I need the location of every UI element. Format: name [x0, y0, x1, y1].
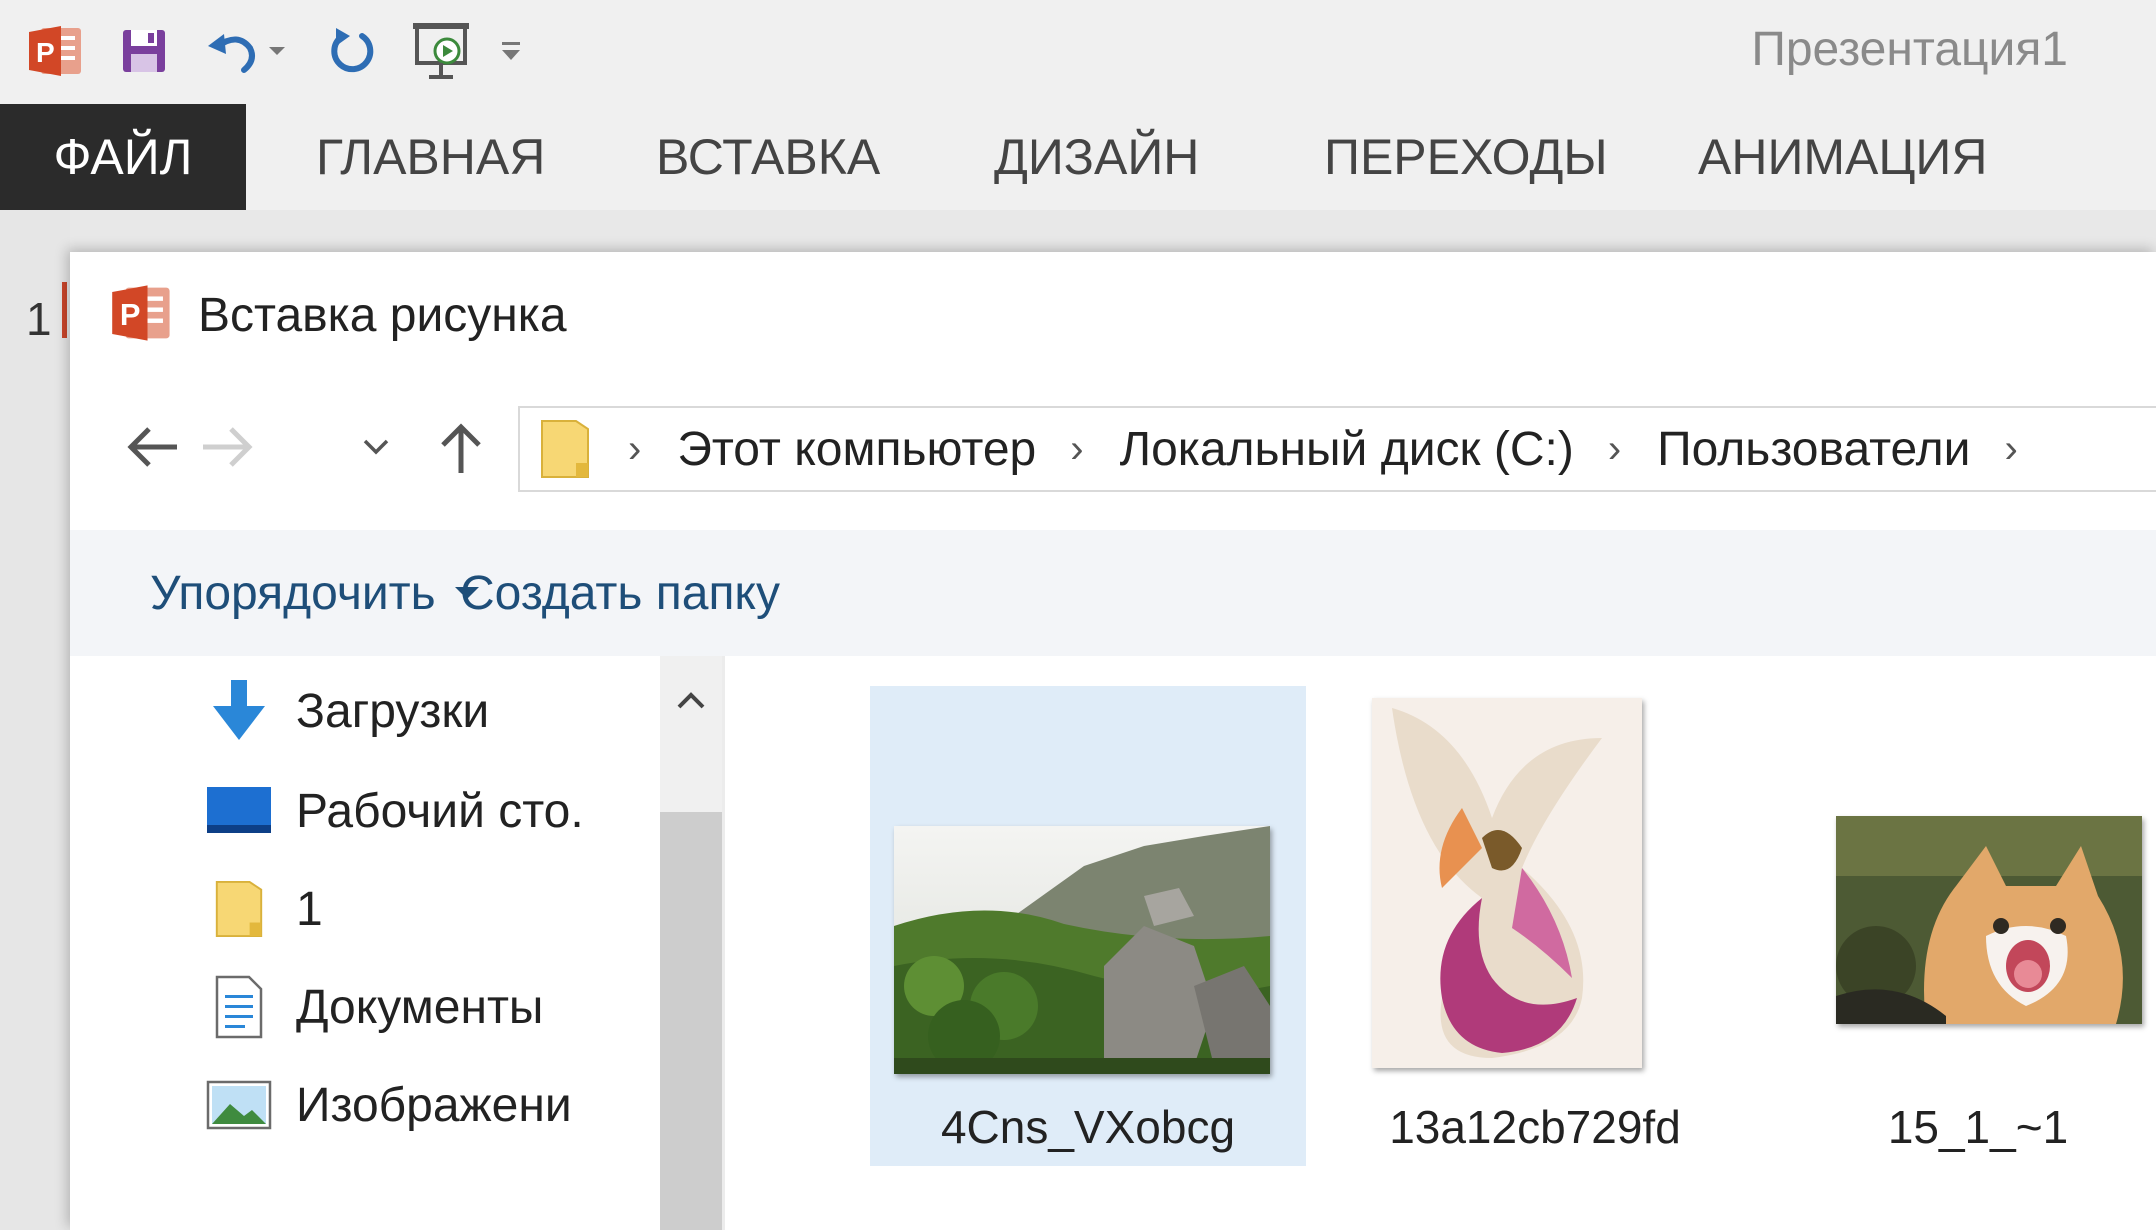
tab-insert[interactable]: ВСТАВКА — [656, 104, 880, 210]
dialog-title: Вставка рисунка — [198, 288, 567, 342]
dialog-titlebar: P Вставка рисунка — [110, 282, 567, 348]
breadcrumb-separator-icon[interactable]: › — [2004, 427, 2017, 472]
slide-number: 1 — [26, 293, 52, 345]
powerpoint-logo-icon: P — [26, 18, 86, 84]
organize-button[interactable]: Упорядочить — [150, 530, 480, 656]
forward-arrow-icon[interactable] — [192, 412, 262, 482]
file-name: 13a12cb729fd — [1389, 1101, 1681, 1153]
tab-home[interactable]: ГЛАВНАЯ — [316, 104, 545, 210]
file-list: 4Cns_VXobcg 13a12cb729fd 15_1_~1 — [725, 656, 2156, 1230]
breadcrumb-this-pc[interactable]: Этот компьютер — [677, 422, 1036, 477]
nav-item-folder-1[interactable]: 1 — [204, 864, 706, 954]
file-thumbnail-cat — [1836, 816, 2142, 1024]
recent-locations-chevron-icon[interactable] — [356, 412, 396, 482]
desktop-icon — [204, 776, 274, 846]
folder-icon — [204, 874, 274, 944]
ribbon-tabs: ФАЙЛ ГЛАВНАЯ ВСТАВКА ДИЗАЙН ПЕРЕХОДЫ АНИ… — [0, 104, 2156, 210]
powerpoint-logo-icon: P — [110, 281, 174, 350]
slide-thumbnail-edge[interactable] — [62, 282, 67, 338]
breadcrumb-separator-icon[interactable]: › — [1070, 427, 1083, 472]
breadcrumb-separator-icon[interactable]: › — [1608, 427, 1621, 472]
file-name: 4Cns_VXobcg — [940, 1101, 1236, 1153]
nav-item-label: Изображени — [296, 1078, 572, 1132]
redo-icon[interactable] — [322, 18, 380, 84]
document-icon — [204, 972, 274, 1042]
quick-access-toolbar: P Презентация1 — [0, 0, 2156, 104]
address-bar[interactable]: › Этот компьютер › Локальный диск (C:) ›… — [518, 406, 2156, 492]
nav-item-pictures[interactable]: Изображени — [204, 1060, 706, 1150]
svg-text:P: P — [36, 37, 55, 68]
breadcrumb-local-disk[interactable]: Локальный диск (C:) — [1120, 422, 1574, 477]
nav-pane-scrollbar[interactable] — [660, 656, 722, 1230]
scroll-thumb[interactable] — [660, 812, 722, 1230]
nav-item-documents[interactable]: Документы — [204, 962, 706, 1052]
organize-label: Упорядочить — [150, 566, 436, 620]
customize-toolbar-icon[interactable] — [496, 18, 526, 84]
up-arrow-icon[interactable] — [426, 412, 496, 482]
tab-file[interactable]: ФАЙЛ — [0, 104, 246, 210]
nav-item-label: Рабочий сто. — [296, 784, 584, 838]
scroll-up-arrow-icon[interactable] — [660, 656, 722, 746]
undo-dropdown-icon[interactable] — [264, 18, 290, 84]
file-name: 15_1_~1 — [1887, 1101, 2069, 1153]
new-folder-button[interactable]: Создать папку — [460, 530, 780, 656]
nav-item-label: Документы — [296, 980, 544, 1034]
insert-picture-dialog: P Вставка рисунка › Этот компьютер › Лок… — [70, 252, 2156, 1230]
file-thumbnail-flower — [1372, 698, 1642, 1068]
back-arrow-icon[interactable] — [118, 412, 188, 482]
nav-item-label: Загрузки — [296, 684, 490, 738]
save-icon[interactable] — [118, 18, 170, 84]
folder-icon — [536, 417, 594, 481]
tab-design[interactable]: ДИЗАЙН — [994, 104, 1199, 210]
slide-thumbnail-pane — [0, 210, 70, 1230]
tab-transitions[interactable]: ПЕРЕХОДЫ — [1324, 104, 1608, 210]
window-title: Презентация1 — [1751, 23, 2068, 76]
svg-text:P: P — [120, 297, 141, 332]
file-item-15-1-1[interactable]: 15_1_~1 — [1800, 686, 2156, 1166]
file-item-4cns-vxobcg[interactable]: 4Cns_VXobcg — [870, 686, 1306, 1166]
nav-item-label: 1 — [296, 882, 323, 936]
command-bar: Упорядочить Создать папку — [70, 530, 2156, 656]
download-icon — [204, 676, 274, 746]
undo-icon[interactable] — [202, 18, 262, 84]
nav-item-downloads[interactable]: Загрузки — [204, 666, 706, 756]
file-item-13a12cb729fd[interactable]: 13a12cb729fd — [1340, 686, 1730, 1166]
navigation-pane: Загрузки Рабочий сто. 1 Документы Изобра… — [70, 656, 706, 1230]
file-thumbnail-landscape — [894, 826, 1270, 1074]
tab-animations[interactable]: АНИМАЦИЯ — [1698, 104, 1987, 210]
breadcrumb-separator-icon[interactable]: › — [628, 427, 641, 472]
breadcrumb-users[interactable]: Пользователи — [1657, 422, 1970, 477]
image-icon — [204, 1070, 274, 1140]
slideshow-icon[interactable] — [410, 18, 474, 84]
nav-item-desktop[interactable]: Рабочий сто. — [204, 766, 706, 856]
navigation-bar: › Этот компьютер › Локальный диск (C:) ›… — [70, 392, 2156, 502]
